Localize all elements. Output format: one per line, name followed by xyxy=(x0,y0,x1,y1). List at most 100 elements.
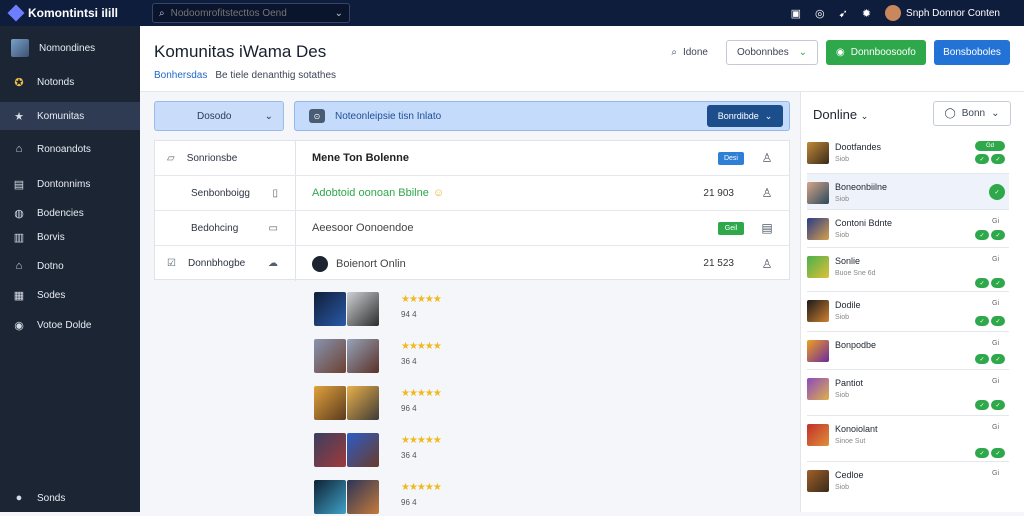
table-row[interactable]: ☑ Donnbhogbe ☁ xyxy=(155,246,296,281)
game-thumbnail xyxy=(314,386,346,420)
search-input[interactable] xyxy=(170,7,329,19)
check-icon[interactable]: ✓ xyxy=(991,448,1005,458)
sidebar-item-5[interactable]: ◍ Bodencies xyxy=(0,201,140,225)
bolt-icon[interactable]: ➹ xyxy=(839,7,848,20)
green-button-label: Donnboosoofo xyxy=(850,47,916,58)
row-title: Boienort Onlin xyxy=(336,257,406,270)
header-search-button[interactable]: ⌕ Idone xyxy=(661,40,718,65)
settings-icon[interactable]: ✹ xyxy=(862,7,871,20)
data-table: ▱ Sonrionsbe Senbonboigg ▯ Bedohcing ▭ ☑… xyxy=(154,140,790,281)
table-row[interactable]: Aeesoor Oonoendoe Geil ▤ xyxy=(296,211,790,246)
star-rating: ★★★★★ xyxy=(401,482,442,493)
check-icon[interactable]: ✓ xyxy=(991,400,1005,410)
person-status: Siob xyxy=(835,314,850,321)
breadcrumb-link[interactable]: Bonhersdas xyxy=(154,70,207,81)
chevron-down-icon: ⌄ xyxy=(860,111,869,121)
list-item[interactable]: ★★★★★ 94 4 xyxy=(314,292,474,328)
green-action-button[interactable]: ◉ Donnboosoofo xyxy=(826,40,926,65)
banner-button[interactable]: Bonrdibde ⌄ xyxy=(707,105,783,127)
check-icon[interactable]: ✓ xyxy=(975,354,989,364)
sidebar-item-8[interactable]: ▦ Sodes xyxy=(0,283,140,307)
panel-button[interactable]: ◯ Bonn ⌄ xyxy=(933,101,1011,126)
sidebar-item-4[interactable]: ▤ Dontonnims xyxy=(0,172,140,196)
emoji-icon: ☺ xyxy=(432,187,445,199)
check-icon[interactable]: ✓ xyxy=(975,278,989,288)
sidebar-item-3[interactable]: ⌂ Ronoandots xyxy=(0,137,140,161)
person-tag: Gi xyxy=(992,218,999,225)
check-icon[interactable]: ✓ xyxy=(991,278,1005,288)
list-item[interactable]: Contoni Bdnte Siob Gi ✓ ✓ xyxy=(807,210,1009,248)
document-icon: ▯ xyxy=(272,187,278,199)
avatar xyxy=(807,470,829,492)
sidebar-item-label: Sodes xyxy=(37,289,66,301)
blue-button-label: Bonsboboles xyxy=(943,47,1001,58)
check-icon[interactable]: ✓ xyxy=(991,316,1005,326)
table-row[interactable]: Bedohcing ▭ xyxy=(155,211,296,246)
row-label: Bedohcing xyxy=(191,222,239,234)
sidebar-item-label: Dotno xyxy=(37,260,64,272)
brand[interactable]: Komontintsi iIill xyxy=(0,4,150,22)
person-name: Sonlie xyxy=(835,256,861,266)
check-icon[interactable]: ✓ xyxy=(991,354,1005,364)
sidebar-item-10[interactable]: ● Sonds xyxy=(0,486,140,510)
table-row[interactable]: Senbonboigg ▯ xyxy=(155,176,296,211)
star-rating: ★★★★★ xyxy=(401,294,442,305)
list-item[interactable]: ★★★★★ 96 4 xyxy=(314,386,474,422)
sidebar-item-1[interactable]: ✪ Notonds xyxy=(0,70,140,94)
list-item[interactable]: ★★★★★ 96 4 xyxy=(314,480,474,516)
user-menu[interactable]: Snph Donnor Conten xyxy=(885,5,1000,21)
person-name: Dootfandes xyxy=(835,142,882,152)
list-item[interactable]: Cedloe Siob Gi xyxy=(807,462,1009,508)
check-icon[interactable]: ✓ xyxy=(991,154,1005,164)
person-tag: Gi xyxy=(992,378,999,385)
list-item[interactable]: Pantiot Siob Gi ✓ ✓ xyxy=(807,370,1009,416)
table-left-column: ▱ Sonrionsbe Senbonboigg ▯ Bedohcing ▭ ☑… xyxy=(155,141,296,281)
check-icon[interactable]: ✓ xyxy=(975,154,989,164)
row-label: Senbonboigg xyxy=(191,187,250,199)
table-row[interactable]: Boienort Onlin 21 523 ♙ xyxy=(296,246,790,281)
check-icon[interactable]: ✓ xyxy=(975,230,989,240)
list-item[interactable]: ★★★★★ 36 4 xyxy=(314,433,474,469)
check-icon[interactable]: ✓ xyxy=(975,448,989,458)
list-item[interactable]: Sonlie Buoe Sne 6d Gi ✓ ✓ xyxy=(807,248,1009,292)
chevron-down-icon[interactable]: ⌄ xyxy=(335,8,343,19)
check-icon[interactable]: ✓ xyxy=(991,230,1005,240)
list-item[interactable]: Konoiolant Sinoe Sut Gi ✓ ✓ xyxy=(807,416,1009,462)
user-icon[interactable]: ♙ xyxy=(760,186,774,200)
sidebar-item-label: Dontonnims xyxy=(37,178,91,190)
sidebar-item-2[interactable]: ★ Komunitas xyxy=(0,102,140,130)
sidebar-item-9[interactable]: ◉ Votoe Dolde xyxy=(0,313,140,337)
search-box[interactable]: ⌕ ⌄ xyxy=(152,3,350,23)
list-item[interactable]: Boneonbiilne Siob ✓ xyxy=(807,174,1009,210)
list-item[interactable]: Bonpodbe Gi ✓ ✓ xyxy=(807,332,1009,370)
list-item[interactable]: ★★★★★ 36 4 xyxy=(314,339,474,375)
user-icon[interactable]: ♙ xyxy=(760,151,774,165)
avatar xyxy=(807,340,829,362)
check-icon[interactable]: ✓ xyxy=(989,184,1005,200)
list-icon[interactable]: ▤ xyxy=(760,221,774,235)
checkbox-icon[interactable]: ☑ xyxy=(167,258,176,269)
row-title: Aeesoor Oonoendoe xyxy=(312,222,414,234)
user-icon[interactable]: ♙ xyxy=(760,257,774,271)
table-row[interactable]: Adobtoid oonoan Bbilne ☺ 21 903 ♙ xyxy=(296,176,790,211)
check-icon[interactable]: ✓ xyxy=(975,400,989,410)
help-icon[interactable]: ◎ xyxy=(815,7,825,20)
game-thumbnail xyxy=(314,480,346,514)
panel-title[interactable]: Donline ⌄ xyxy=(813,107,868,122)
check-icon[interactable]: ✓ xyxy=(975,316,989,326)
sidebar-item-label: Nomondines xyxy=(39,42,96,54)
home-icon: ⌂ xyxy=(15,143,23,155)
list-item[interactable]: Dodile Siob Gi ✓ ✓ xyxy=(807,292,1009,332)
sidebar-item-6[interactable]: ▥ Borvis xyxy=(0,225,140,249)
filter-dropdown[interactable]: Dosodo ⌄ xyxy=(154,101,284,131)
blue-action-button[interactable]: Bonsboboles xyxy=(934,40,1010,65)
sidebar-item-7[interactable]: ⌂ Dotno xyxy=(0,254,140,278)
breadcrumb: Bonhersdas Be tiele denanthig sotathes xyxy=(154,70,336,81)
table-row[interactable]: Mene Ton Bolenne Desi ♙ xyxy=(296,141,790,176)
list-item[interactable]: Dootfandes Siob Gd ✓ ✓ xyxy=(807,134,1009,174)
window-icon[interactable]: ▣ xyxy=(791,7,801,20)
sidebar-item-0[interactable]: Nomondines xyxy=(0,36,140,60)
header-dropdown[interactable]: Oobonnbes ⌄ xyxy=(726,40,818,65)
table-row[interactable]: ▱ Sonrionsbe xyxy=(155,141,296,176)
chevron-down-icon: ⌄ xyxy=(991,108,1000,119)
